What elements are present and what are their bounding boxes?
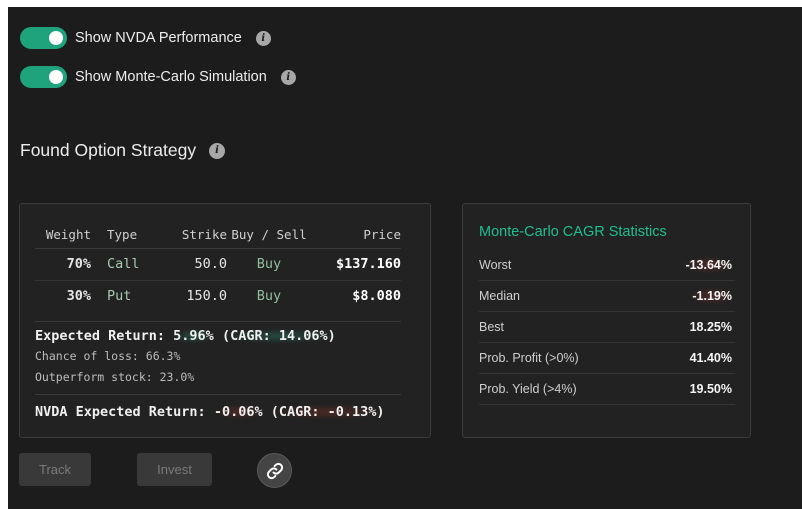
- stat-row-median: Median -1.19%: [479, 281, 735, 312]
- stat-value: -1.19%: [689, 287, 735, 305]
- expected-return: Expected Return: 5.96% (CAGR: 14.06%): [35, 321, 401, 344]
- table-row: 30% Put 150.0 Buy $8.080: [35, 280, 401, 312]
- nvda-expected-return: NVDA Expected Return: -0.06% (CAGR: -0.1…: [35, 394, 401, 420]
- info-icon[interactable]: i: [280, 69, 296, 85]
- info-icon[interactable]: i: [209, 142, 226, 159]
- info-icon[interactable]: i: [255, 30, 271, 46]
- stat-label: Prob. Profit (>0%): [479, 351, 579, 365]
- expected-return-prefix: Expected Return:: [35, 328, 174, 344]
- monte-carlo-label: Show Monte-Carlo Simulation: [75, 69, 267, 85]
- stat-row-prob-profit: Prob. Profit (>0%) 41.40%: [479, 343, 735, 374]
- expected-return-value: 5.96%: [173, 328, 214, 344]
- expected-return-cagr: (CAGR: 14.06%): [221, 328, 336, 344]
- row-weight: 30%: [66, 288, 91, 305]
- link-icon: [266, 462, 283, 479]
- stat-value: 18.25%: [689, 320, 732, 334]
- stat-label: Prob. Yield (>4%): [479, 382, 577, 396]
- nvda-performance-label: Show NVDA Performance: [75, 30, 242, 46]
- stat-label: Best: [479, 320, 505, 334]
- header-buy-sell: Buy / Sell: [227, 221, 311, 249]
- row-strike: 50.0: [159, 248, 227, 281]
- stat-row-prob-yield: Prob. Yield (>4%) 19.50%: [479, 374, 735, 405]
- section-title-text: Found Option Strategy: [20, 140, 197, 160]
- stat-value: 41.40%: [689, 351, 732, 365]
- nvda-performance-toggle-row: Show NVDA Performance i: [20, 27, 271, 49]
- track-button[interactable]: Track: [19, 453, 91, 486]
- row-weight: 70%: [35, 248, 95, 281]
- header-type: Type: [95, 221, 159, 249]
- nvda-performance-toggle[interactable]: [20, 27, 67, 49]
- table-header-row: Weight Type Strike Buy / Sell Price: [35, 221, 401, 249]
- monte-carlo-card: Monte-Carlo CAGR Statistics Worst -13.64%…: [462, 203, 751, 438]
- row-price: $8.080: [352, 288, 401, 305]
- strategy-table: Weight Type Strike Buy / Sell Price 70% …: [35, 221, 401, 312]
- row-price: $137.160: [311, 248, 401, 281]
- outperform-stock: Outperform stock: 23.0%: [35, 370, 195, 384]
- stat-value: -13.64%: [682, 256, 735, 274]
- nvda-expected-prefix: NVDA Expected Return:: [35, 404, 214, 420]
- row-buy-sell: Buy: [256, 288, 282, 305]
- stat-row-best: Best 18.25%: [479, 312, 735, 343]
- section-title: Found Option Strategy i: [20, 140, 226, 161]
- monte-carlo-toggle-row: Show Monte-Carlo Simulation i: [20, 66, 296, 88]
- link-button[interactable]: [257, 453, 292, 488]
- stat-label: Median: [479, 289, 520, 303]
- row-type: Put: [107, 288, 132, 305]
- row-strike: 150.0: [186, 288, 227, 305]
- app-panel: Show NVDA Performance i Show Monte-Carlo…: [8, 7, 802, 509]
- toggle-knob: [49, 31, 63, 45]
- row-type: Call: [95, 248, 159, 281]
- stat-row-worst: Worst -13.64%: [479, 250, 735, 281]
- toggle-knob: [49, 70, 63, 84]
- nvda-expected-cagr: (CAGR: -0.13%): [270, 404, 385, 420]
- stat-value: 19.50%: [689, 382, 732, 396]
- monte-carlo-stats: Worst -13.64% Median -1.19% Best 18.25% Pro…: [479, 250, 735, 405]
- row-buy-sell: Buy: [227, 248, 311, 281]
- table-row: 70% Call 50.0 Buy $137.160: [35, 248, 401, 281]
- option-strategy-card: Weight Type Strike Buy / Sell Price 70% …: [19, 203, 431, 438]
- monte-carlo-title: Monte-Carlo CAGR Statistics: [479, 224, 667, 240]
- header-price: Price: [311, 221, 401, 249]
- nvda-expected-value: -0.06%: [213, 404, 263, 420]
- invest-button[interactable]: Invest: [137, 453, 212, 486]
- header-weight: Weight: [35, 221, 95, 249]
- monte-carlo-toggle[interactable]: [20, 66, 67, 88]
- stat-label: Worst: [479, 258, 512, 272]
- header-strike: Strike: [159, 221, 227, 249]
- chance-of-loss: Chance of loss: 66.3%: [35, 349, 181, 363]
